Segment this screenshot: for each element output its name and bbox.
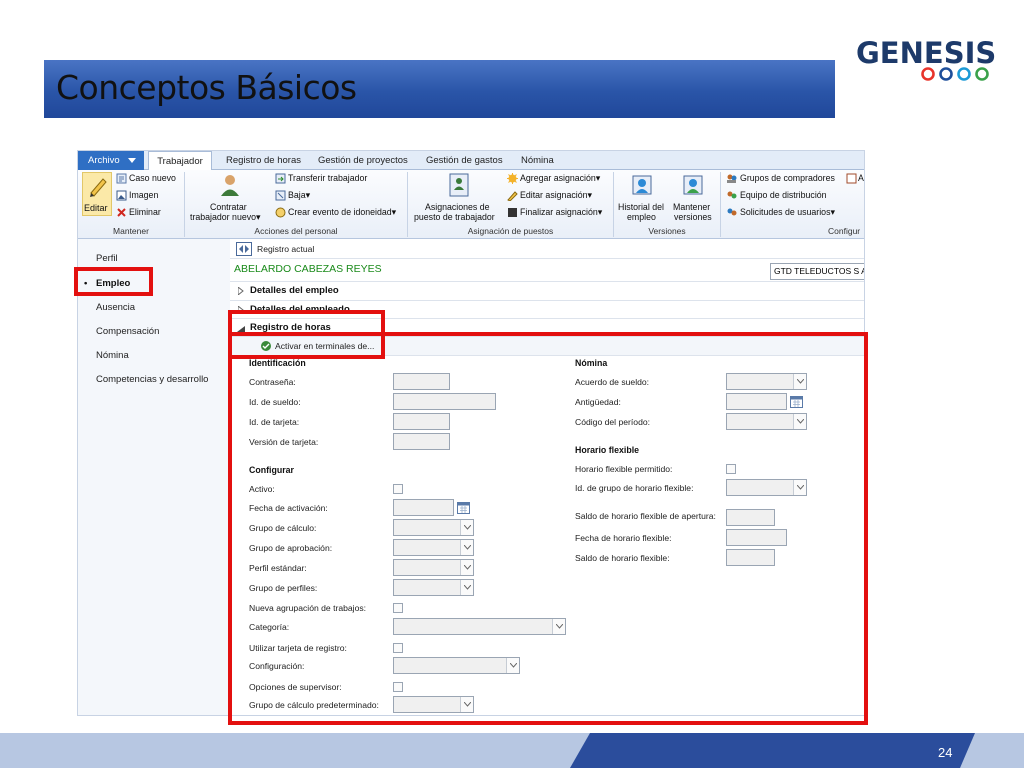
nav-item-perfil[interactable]: Perfil xyxy=(96,253,118,264)
editar-button[interactable]: Editar xyxy=(82,172,112,216)
caso-nuevo-button[interactable]: Caso nuevo xyxy=(129,173,176,184)
presentation-slide: Conceptos Básicos GENESIS Archivo Trabaj… xyxy=(0,0,1024,768)
solicitudes-usuarios-button[interactable]: Solicitudes de usuarios▾ xyxy=(740,207,835,218)
delete-icon xyxy=(117,208,126,217)
position-assignment-icon xyxy=(449,173,469,197)
section-detalles-empleo[interactable]: Detalles del empleo xyxy=(230,281,864,299)
buyer-groups-icon xyxy=(727,174,737,183)
end-assignment-icon xyxy=(508,208,517,217)
baja-button[interactable]: Baja▾ xyxy=(288,190,310,201)
group-label-asignacion: Asignación de puestos xyxy=(467,226,554,236)
divider xyxy=(230,258,864,259)
group-label-config: Configur xyxy=(828,226,861,236)
leave-icon xyxy=(275,190,286,201)
slide-title: Conceptos Básicos xyxy=(56,68,357,107)
expand-arrow-icon xyxy=(238,287,244,295)
group-label-versiones: Versiones xyxy=(648,226,686,236)
hire-worker-icon xyxy=(221,175,239,196)
record-navigation-icon[interactable] xyxy=(236,242,252,256)
tab-archivo-label: Archivo xyxy=(88,155,120,166)
footer-accent xyxy=(570,733,975,768)
editar-label: Editar xyxy=(84,203,108,213)
equipo-distribucion-button[interactable]: Equipo de distribución xyxy=(740,190,827,201)
slide-number: 24 xyxy=(938,745,953,760)
transfer-icon xyxy=(275,173,286,184)
nav-item-compensacion[interactable]: Compensación xyxy=(96,326,159,337)
extra-action-button[interactable]: A xyxy=(858,173,864,184)
contratar-label-2[interactable]: trabajador nuevo▾ xyxy=(190,212,260,223)
group-separator xyxy=(720,172,721,237)
finalizar-asignacion-button[interactable]: Finalizar asignación▾ xyxy=(520,207,602,218)
image-icon xyxy=(116,190,127,201)
tab-trabajador[interactable]: Trabajador xyxy=(148,151,212,171)
nav-item-ausencia[interactable]: Ausencia xyxy=(96,302,135,313)
employment-history-icon xyxy=(632,175,652,195)
imagen-button[interactable]: Imagen xyxy=(129,190,158,201)
group-label-mantener: Mantener xyxy=(113,226,149,236)
left-nav: Perfil • Empleo Ausencia Compensación Nó… xyxy=(78,239,230,715)
editar-asignacion-button[interactable]: Editar asignación▾ xyxy=(520,190,592,201)
user-requests-icon xyxy=(727,208,737,216)
highlight-registro-horas-panel xyxy=(228,332,868,725)
mantener-label-2[interactable]: versiones xyxy=(674,212,712,223)
event-icon xyxy=(275,207,286,218)
crear-evento-button[interactable]: Crear evento de idoneidad▾ xyxy=(288,207,396,218)
tab-gestion-proyectos[interactable]: Gestión de proyectos xyxy=(318,151,408,170)
nav-item-nomina[interactable]: Nómina xyxy=(96,350,129,361)
edit-assignment-icon xyxy=(507,191,518,201)
tab-registro-horas[interactable]: Registro de horas xyxy=(226,151,301,170)
chevron-down-icon xyxy=(128,158,136,163)
tab-archivo[interactable]: Archivo xyxy=(78,151,144,170)
section-title: Detalles del empleo xyxy=(250,285,339,296)
eliminar-button[interactable]: Eliminar xyxy=(129,207,161,218)
ribbon: Editar Caso nuevo Imagen Eliminar Manten… xyxy=(78,170,864,239)
historial-label-2[interactable]: empleo xyxy=(627,212,656,223)
ribbon-tabs: Archivo Trabajador Registro de horas Ges… xyxy=(78,151,864,171)
maintain-versions-icon xyxy=(683,175,703,195)
tab-gestion-gastos[interactable]: Gestión de gastos xyxy=(426,151,503,170)
nav-item-competencias[interactable]: Competencias y desarrollo xyxy=(96,374,208,385)
transferir-button[interactable]: Transferir trabajador xyxy=(288,173,367,184)
genesis-logo: GENESIS xyxy=(856,36,997,70)
employee-name: ABELARDO CABEZAS REYES xyxy=(234,263,382,275)
distribution-team-icon xyxy=(727,191,737,199)
registro-actual-label: Registro actual xyxy=(257,244,315,254)
add-assignment-icon xyxy=(507,173,518,184)
grupos-compradores-button[interactable]: Grupos de compradores xyxy=(740,173,835,184)
highlight-empleo xyxy=(74,267,153,296)
new-case-icon xyxy=(116,173,127,184)
company-field[interactable]: GTD TELEDUCTOS S A xyxy=(770,263,864,280)
logo-rings-icon xyxy=(921,67,989,81)
pencil-icon xyxy=(90,178,107,197)
group-label-acciones: Acciones del personal xyxy=(254,226,338,236)
extra-action-icon xyxy=(846,173,857,184)
asignaciones-label-2[interactable]: puesto de trabajador xyxy=(414,212,495,223)
agregar-asignacion-button[interactable]: Agregar asignación▾ xyxy=(520,173,600,184)
tab-nomina[interactable]: Nómina xyxy=(521,151,554,170)
